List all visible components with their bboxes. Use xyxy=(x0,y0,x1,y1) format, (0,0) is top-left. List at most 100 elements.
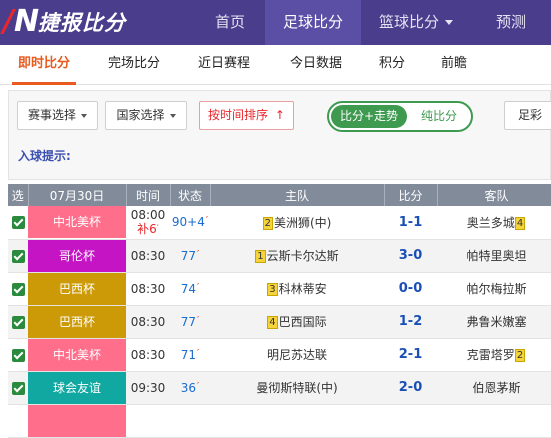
nav-predictions[interactable]: 预测 xyxy=(471,0,551,45)
match-status-cell: 74′ xyxy=(170,272,210,306)
league-cell[interactable]: 球会友谊 xyxy=(28,371,126,405)
nav-home[interactable]: 首页 xyxy=(195,0,265,45)
score-cell[interactable]: 1-1 xyxy=(384,206,437,240)
home-team-cell[interactable]: 4 巴西国际 xyxy=(210,305,384,339)
league-badge[interactable]: 哥伦杯 xyxy=(28,239,126,272)
away-team-cell[interactable]: 弗鲁米嫩塞 xyxy=(437,305,551,339)
match-score[interactable]: 2-0 xyxy=(399,380,423,395)
league-badge[interactable]: 中北美杯 xyxy=(28,338,126,371)
tab-upcoming-fixtures[interactable]: 近日赛程 xyxy=(186,45,262,85)
display-mode-toggle[interactable]: 比分+走势 纯比分 xyxy=(327,101,473,132)
event-select-dropdown[interactable]: 赛事选择 xyxy=(17,101,98,130)
home-team-name[interactable]: 巴西国际 xyxy=(279,315,327,329)
away-team-name[interactable]: 弗鲁米嫩塞 xyxy=(466,315,526,329)
live-minute-mark: ′ xyxy=(197,248,200,260)
select-cell[interactable] xyxy=(8,371,28,405)
score-cell[interactable]: 2-1 xyxy=(384,338,437,372)
score-cell[interactable] xyxy=(384,404,437,438)
home-team-cell[interactable]: 曼彻斯特联(中) xyxy=(210,371,384,405)
league-badge[interactable]: 中北美杯 xyxy=(28,206,126,239)
score-cell[interactable]: 1-2 xyxy=(384,305,437,339)
checkbox-checked-icon[interactable] xyxy=(11,282,25,296)
match-score[interactable]: 2-1 xyxy=(399,347,423,362)
home-team-name[interactable]: 美洲狮(中) xyxy=(274,216,331,230)
league-cell[interactable]: 中北美杯 xyxy=(28,338,126,372)
home-team-name[interactable]: 明尼苏达联 xyxy=(267,348,327,362)
table-row[interactable] xyxy=(8,404,551,438)
sort-by-time-button[interactable]: 按时间排序 ↑ xyxy=(199,101,294,130)
select-cell[interactable] xyxy=(8,305,28,339)
home-team-cell[interactable]: 2 美洲狮(中) xyxy=(210,206,384,240)
brand-logo[interactable]: / N 捷报比分 xyxy=(3,3,126,41)
home-team-cell[interactable] xyxy=(210,404,384,438)
match-status-cell: 71′ xyxy=(170,338,210,372)
table-row[interactable]: 中北美杯 08:30 71′ 明尼苏达联 2-1 克雷塔罗 2 xyxy=(8,338,551,372)
checkbox-checked-icon[interactable] xyxy=(11,381,25,395)
home-team-name[interactable]: 云斯卡尔达斯 xyxy=(267,249,339,263)
tab-today-data[interactable]: 今日数据 xyxy=(278,45,354,85)
league-badge[interactable] xyxy=(28,404,126,437)
match-score[interactable]: 0-0 xyxy=(399,281,423,296)
home-team-name[interactable]: 曼彻斯特联(中) xyxy=(256,381,337,395)
kickoff-time: 09:30 xyxy=(130,380,166,395)
select-cell[interactable] xyxy=(8,272,28,306)
league-cell[interactable]: 巴西杯 xyxy=(28,305,126,339)
match-score[interactable]: 1-1 xyxy=(399,215,423,230)
away-team-cell[interactable]: 奥兰多城 4 xyxy=(437,206,551,240)
nav-football-scores[interactable]: 足球比分 xyxy=(265,0,361,45)
away-team-cell[interactable]: 克雷塔罗 2 xyxy=(437,338,551,372)
away-team-cell[interactable]: 帕尔梅拉斯 xyxy=(437,272,551,306)
score-cell[interactable]: 3-0 xyxy=(384,239,437,273)
col-status: 状态 xyxy=(170,184,211,206)
home-rank-badge: 1 xyxy=(255,250,266,263)
select-cell[interactable] xyxy=(8,404,28,438)
away-team-cell[interactable] xyxy=(437,404,551,438)
home-team-cell[interactable]: 3 科林蒂安 xyxy=(210,272,384,306)
table-row[interactable]: 巴西杯 08:30 77′ 4 巴西国际 1-2 弗鲁米嫩塞 xyxy=(8,305,551,339)
away-team-cell[interactable]: 帕特里奥坦 xyxy=(437,239,551,273)
league-badge[interactable]: 巴西杯 xyxy=(28,305,126,338)
match-score[interactable]: 3-0 xyxy=(399,248,423,263)
checkbox-checked-icon[interactable] xyxy=(11,348,25,362)
league-badge[interactable]: 巴西杯 xyxy=(28,272,126,305)
checkbox-checked-icon[interactable] xyxy=(11,315,25,329)
league-badge[interactable]: 球会友谊 xyxy=(28,371,126,404)
tab-preview[interactable]: 前瞻 xyxy=(428,45,480,85)
tab-finished-scores[interactable]: 完场比分 xyxy=(96,45,172,85)
home-team-cell[interactable]: 明尼苏达联 xyxy=(210,338,384,372)
tab-live-scores[interactable]: 即时比分 xyxy=(4,45,84,85)
kickoff-time-cell: 08:30 xyxy=(126,239,170,273)
live-minute-mark: ′ xyxy=(197,347,200,359)
score-cell[interactable]: 0-0 xyxy=(384,272,437,306)
league-cell[interactable]: 哥伦杯 xyxy=(28,239,126,273)
select-cell[interactable] xyxy=(8,338,28,372)
away-team-name[interactable]: 帕尔梅拉斯 xyxy=(466,282,526,296)
checkbox-checked-icon[interactable] xyxy=(11,216,25,230)
checkbox-checked-icon[interactable] xyxy=(11,249,25,263)
away-team-name[interactable]: 奥兰多城 xyxy=(467,216,515,230)
away-team-cell[interactable]: 伯恩茅斯 xyxy=(437,371,551,405)
mode-score-only[interactable]: 纯比分 xyxy=(409,105,469,128)
country-select-dropdown[interactable]: 国家选择 xyxy=(105,101,187,130)
away-team-name[interactable]: 伯恩茅斯 xyxy=(472,381,520,395)
away-team-name[interactable]: 帕特里奥坦 xyxy=(466,249,526,263)
home-team-name[interactable]: 科林蒂安 xyxy=(279,282,327,296)
live-minute-mark: ′ xyxy=(205,215,209,227)
league-cell[interactable]: 中北美杯 xyxy=(28,206,126,240)
tab-standings[interactable]: 积分 xyxy=(366,45,418,85)
match-score[interactable]: 1-2 xyxy=(399,314,423,329)
score-cell[interactable]: 2-0 xyxy=(384,371,437,405)
nav-basketball-scores[interactable]: 篮球比分 xyxy=(361,0,471,45)
league-cell[interactable]: 巴西杯 xyxy=(28,272,126,306)
select-cell[interactable] xyxy=(8,206,28,240)
table-row[interactable]: 中北美杯 08:00 补6′ 90+4′ 2 美洲狮(中) 1-1 奥兰多城 4 xyxy=(8,206,551,240)
mode-score-trend[interactable]: 比分+走势 xyxy=(331,105,407,128)
table-row[interactable]: 哥伦杯 08:30 77′ 1 云斯卡尔达斯 3-0 帕特里奥坦 xyxy=(8,239,551,273)
lottery-button[interactable]: 足彩 xyxy=(504,101,551,130)
table-row[interactable]: 巴西杯 08:30 74′ 3 科林蒂安 0-0 帕尔梅拉斯 xyxy=(8,272,551,306)
league-cell[interactable] xyxy=(28,404,126,438)
table-row[interactable]: 球会友谊 09:30 36′ 曼彻斯特联(中) 2-0 伯恩茅斯 xyxy=(8,371,551,405)
home-team-cell[interactable]: 1 云斯卡尔达斯 xyxy=(210,239,384,273)
away-team-name[interactable]: 克雷塔罗 xyxy=(467,348,515,362)
select-cell[interactable] xyxy=(8,239,28,273)
